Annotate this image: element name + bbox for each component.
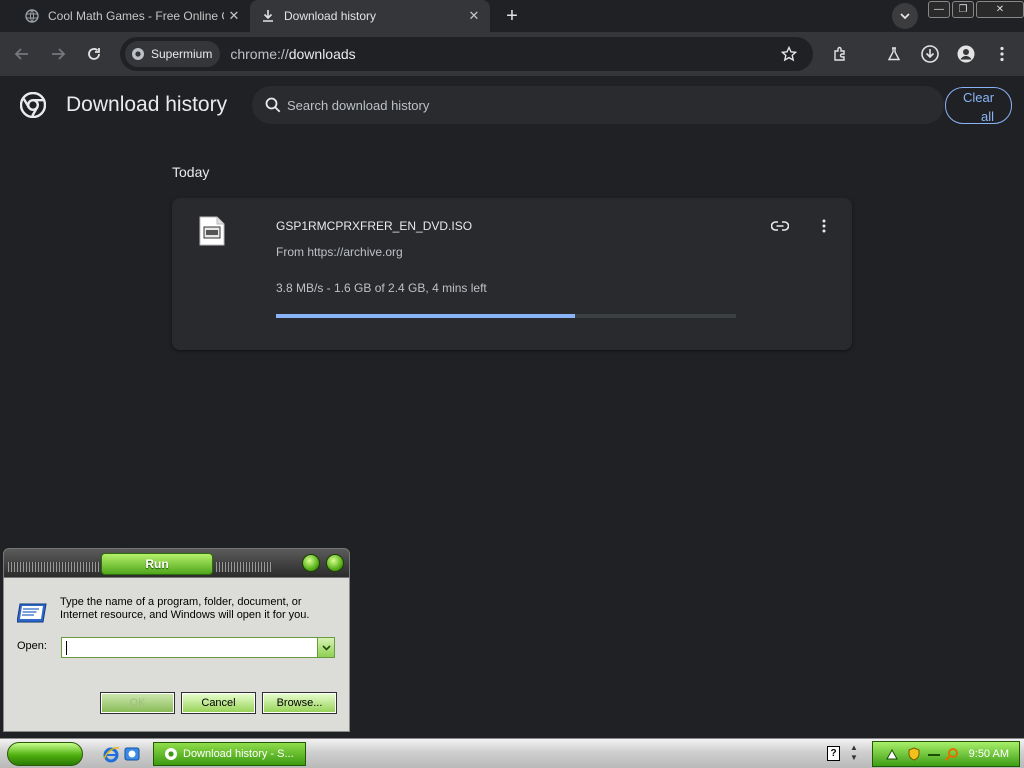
window-controls: — ❐ ✕ <box>928 1 1024 18</box>
tab-cool-math-games[interactable]: Cool Math Games - Free Online Ga ✕ <box>14 0 250 32</box>
download-item: GSP1RMCPRXFRER_EN_DVD.ISO From https://a… <box>172 198 852 350</box>
back-button[interactable] <box>8 40 36 68</box>
close-round-button[interactable] <box>326 554 344 572</box>
more-actions-icon[interactable] <box>816 216 832 236</box>
download-progress-fill <box>276 314 575 318</box>
tray-arrows-icon[interactable]: ▲ ▼ <box>850 743 858 763</box>
bookmark-star-icon[interactable] <box>779 44 799 64</box>
labs-flask-icon[interactable] <box>880 40 908 68</box>
text-caret <box>66 641 67 655</box>
profile-chip-label: Supermium <box>151 47 213 61</box>
taskbar-item-label: Download history - S... <box>183 748 294 760</box>
run-description: Type the name of a program, folder, docu… <box>60 596 310 621</box>
date-section-label: Today <box>172 164 210 180</box>
chrome-logo-icon <box>20 92 46 118</box>
clear-all-label-line2: all <box>980 109 994 124</box>
extensions-icon[interactable] <box>826 40 854 68</box>
url-text: chrome://downloads <box>230 46 355 62</box>
run-program-icon <box>17 603 47 623</box>
tab-title: Cool Math Games - Free Online Ga <box>48 9 224 23</box>
url-scheme: chrome:// <box>230 46 289 62</box>
arrow-left-icon <box>14 48 28 60</box>
open-field[interactable] <box>61 637 335 658</box>
safely-remove-icon[interactable] <box>885 747 899 761</box>
close-window-button[interactable]: ✕ <box>976 1 1024 18</box>
menu-kebab-icon[interactable] <box>988 40 1016 68</box>
file-iso-icon <box>199 216 225 246</box>
tab-search-button[interactable] <box>892 3 918 29</box>
download-icon <box>260 8 276 24</box>
profile-avatar-icon[interactable] <box>952 40 980 68</box>
search-magnifier-icon[interactable] <box>945 747 959 761</box>
help-round-button[interactable] <box>302 554 320 572</box>
search-downloads[interactable] <box>252 86 944 124</box>
download-status: 3.8 MB/s - 1.6 GB of 2.4 GB, 4 mins left <box>276 281 487 295</box>
tab-title: Download history <box>284 9 377 23</box>
system-tray: 9:50 AM <box>872 741 1020 767</box>
title-grip <box>216 562 272 572</box>
open-label: Open: <box>17 640 47 652</box>
title-grip <box>8 562 100 572</box>
arrow-right-icon <box>52 48 66 60</box>
forward-button[interactable] <box>44 40 72 68</box>
profile-chip[interactable]: Supermium <box>125 41 221 67</box>
download-source[interactable]: From https://archive.org <box>276 245 403 259</box>
run-dialog: Run Type the name of a program, folder, … <box>3 548 350 732</box>
clear-all-label-line1: Clear <box>962 90 995 105</box>
minimize-button[interactable]: — <box>928 1 950 18</box>
chevron-down-icon[interactable] <box>317 638 334 657</box>
downloads-header: Download history Clear all <box>0 76 1024 134</box>
chrome-logo-icon <box>165 748 177 760</box>
copy-link-icon[interactable] <box>768 216 792 236</box>
clear-all-button[interactable]: Clear all <box>945 87 1012 124</box>
url-host: downloads <box>288 46 356 62</box>
globe-icon <box>24 8 40 24</box>
help-icon[interactable]: ? <box>827 746 840 761</box>
internet-explorer-icon[interactable] <box>102 745 120 763</box>
ok-button[interactable]: OK <box>100 692 175 714</box>
tab-strip: Cool Math Games - Free Online Ga ✕ Downl… <box>0 0 1024 32</box>
windows-explorer-icon[interactable] <box>123 745 141 763</box>
network-icon[interactable] <box>927 747 941 761</box>
download-progress-bar <box>276 314 736 318</box>
taskbar-item-download-history[interactable]: Download history - S... <box>153 742 306 766</box>
download-filename[interactable]: GSP1RMCPRXFRER_EN_DVD.ISO <box>276 219 472 233</box>
tab-download-history[interactable]: Download history ✕ <box>250 0 490 32</box>
close-tab-icon[interactable]: ✕ <box>224 6 244 26</box>
browser-toolbar: Supermium chrome://downloads <box>0 32 1024 76</box>
run-titlebar[interactable]: Run <box>3 548 350 578</box>
browse-button[interactable]: Browse... <box>262 692 337 714</box>
cancel-button[interactable]: Cancel <box>181 692 256 714</box>
run-body: Type the name of a program, folder, docu… <box>3 578 350 732</box>
taskbar: Download history - S... ? ▲ ▼ 9:50 AM <box>0 738 1024 768</box>
address-bar[interactable]: Supermium chrome://downloads <box>120 37 813 71</box>
start-button[interactable] <box>7 742 83 766</box>
run-title: Run <box>101 553 213 575</box>
clock[interactable]: 9:50 AM <box>969 748 1009 760</box>
reload-icon <box>88 48 100 60</box>
downloads-toolbar-icon[interactable] <box>916 40 944 68</box>
restore-button[interactable]: ❐ <box>952 1 974 18</box>
chevron-down-icon <box>900 13 910 20</box>
page-title: Download history <box>66 93 228 116</box>
reload-button[interactable] <box>80 40 108 68</box>
search-icon <box>265 97 281 113</box>
search-input[interactable] <box>287 97 887 113</box>
new-tab-button[interactable]: + <box>500 4 524 28</box>
security-shield-icon[interactable] <box>907 747 921 761</box>
close-tab-icon[interactable]: ✕ <box>464 6 484 26</box>
chrome-logo-icon <box>132 48 144 60</box>
